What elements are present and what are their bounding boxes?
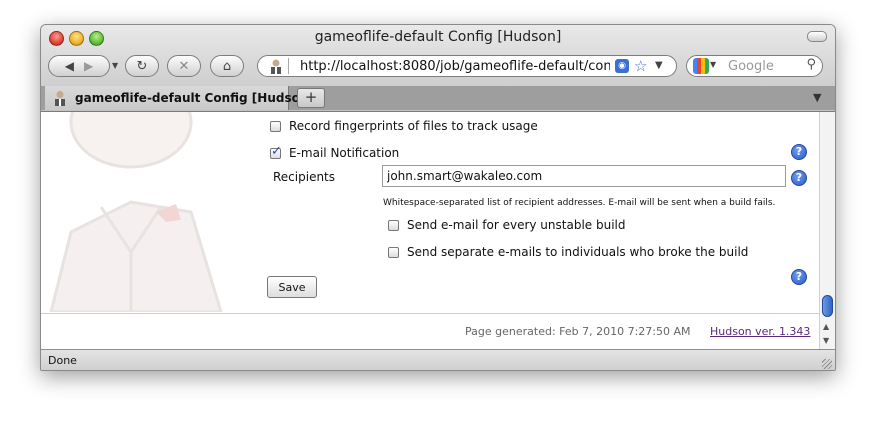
url-divider (288, 58, 289, 74)
recipients-input[interactable] (382, 165, 786, 187)
fingerprint-help-icon[interactable]: ? (791, 144, 807, 160)
recipients-hint: Whitespace-separated list of recipient a… (383, 198, 776, 208)
unstable-checkbox[interactable] (388, 219, 399, 231)
vertical-scrollbar[interactable]: ▲ ▼ (819, 112, 835, 349)
resize-grip-icon[interactable] (822, 359, 832, 369)
toolbar-toggle-button[interactable] (807, 31, 827, 42)
new-tab-button[interactable]: + (297, 88, 325, 108)
window-title: gameoflife-default Config [Hudson] (314, 29, 562, 45)
hudson-butler-watermark (49, 112, 223, 312)
tab-favicon (55, 91, 65, 106)
tab-bar: gameoflife-default Config [Hudson] + ▼ (41, 86, 835, 110)
unstable-row: Send e-mail for every unstable build (388, 218, 625, 232)
save-button[interactable]: Save (267, 276, 317, 298)
home-icon: ⌂ (222, 58, 232, 74)
bookmark-star-icon[interactable]: ☆ (634, 57, 647, 75)
separate-checkbox[interactable] (388, 246, 399, 258)
email-notification-checkbox[interactable] (270, 144, 282, 159)
separate-label: Send separate e-mails to individuals who… (407, 245, 749, 259)
fingerprint-row: Record fingerprints of files to track us… (270, 119, 538, 133)
stop-button[interactable]: ✕ (167, 55, 201, 77)
back-icon[interactable]: ◀ (65, 59, 74, 73)
titlebar: gameoflife-default Config [Hudson] ◀ ▶ ▼… (41, 25, 835, 112)
search-icon[interactable]: ⚲ (806, 57, 816, 72)
search-engine-dropdown-icon[interactable]: ▼ (710, 60, 716, 69)
reload-button[interactable]: ↻ (125, 55, 159, 77)
hudson-version-link[interactable]: Hudson ver. 1.343 (710, 325, 810, 338)
back-forward-group: ◀ ▶ (48, 55, 110, 77)
search-bar[interactable]: ▼ Google ⚲ (686, 55, 823, 77)
history-dropdown-icon[interactable]: ▼ (112, 61, 118, 70)
reload-icon: ↻ (136, 58, 148, 74)
rss-icon[interactable]: ◉ (615, 59, 629, 73)
google-icon[interactable] (693, 58, 709, 74)
scrollbar-thumb[interactable] (822, 295, 833, 317)
fingerprint-checkbox[interactable] (270, 120, 281, 132)
tab-label: gameoflife-default Config [Hudson] (75, 91, 314, 105)
unstable-label: Send e-mail for every unstable build (407, 218, 626, 232)
tab-list-icon[interactable]: ▼ (813, 91, 827, 105)
site-favicon (271, 59, 281, 74)
recipients-label: Recipients (273, 170, 336, 184)
url-dropdown-icon[interactable]: ▼ (655, 60, 663, 71)
email-notification-label: E-mail Notification (289, 146, 400, 160)
url-text[interactable]: http://localhost:8080/job/gameoflife-def… (300, 59, 610, 74)
page-generated-text: Page generated: Feb 7, 2010 7:27:50 AM (465, 325, 691, 338)
tab-config[interactable]: gameoflife-default Config [Hudson] (45, 86, 314, 110)
status-text: Done (48, 354, 77, 367)
status-bar: Done (41, 349, 835, 370)
page-content: Record fingerprints of files to track us… (41, 112, 819, 349)
forward-icon[interactable]: ▶ (84, 59, 93, 73)
scroll-down-icon[interactable]: ▼ (823, 336, 829, 345)
email-notification-row: E-mail Notification (270, 144, 400, 160)
separate-help-icon[interactable]: ? (791, 269, 807, 285)
search-placeholder: Google (728, 59, 774, 74)
home-button[interactable]: ⌂ (210, 55, 244, 77)
stop-icon: ✕ (178, 58, 190, 74)
email-notification-help-icon[interactable]: ? (791, 170, 807, 186)
browser-window: gameoflife-default Config [Hudson] ◀ ▶ ▼… (40, 24, 836, 371)
footer-divider (41, 313, 819, 314)
scroll-up-icon[interactable]: ▲ (823, 322, 829, 331)
address-bar[interactable]: http://localhost:8080/job/gameoflife-def… (257, 55, 677, 77)
separate-row: Send separate e-mails to individuals who… (388, 245, 748, 259)
fingerprint-label: Record fingerprints of files to track us… (289, 119, 538, 133)
